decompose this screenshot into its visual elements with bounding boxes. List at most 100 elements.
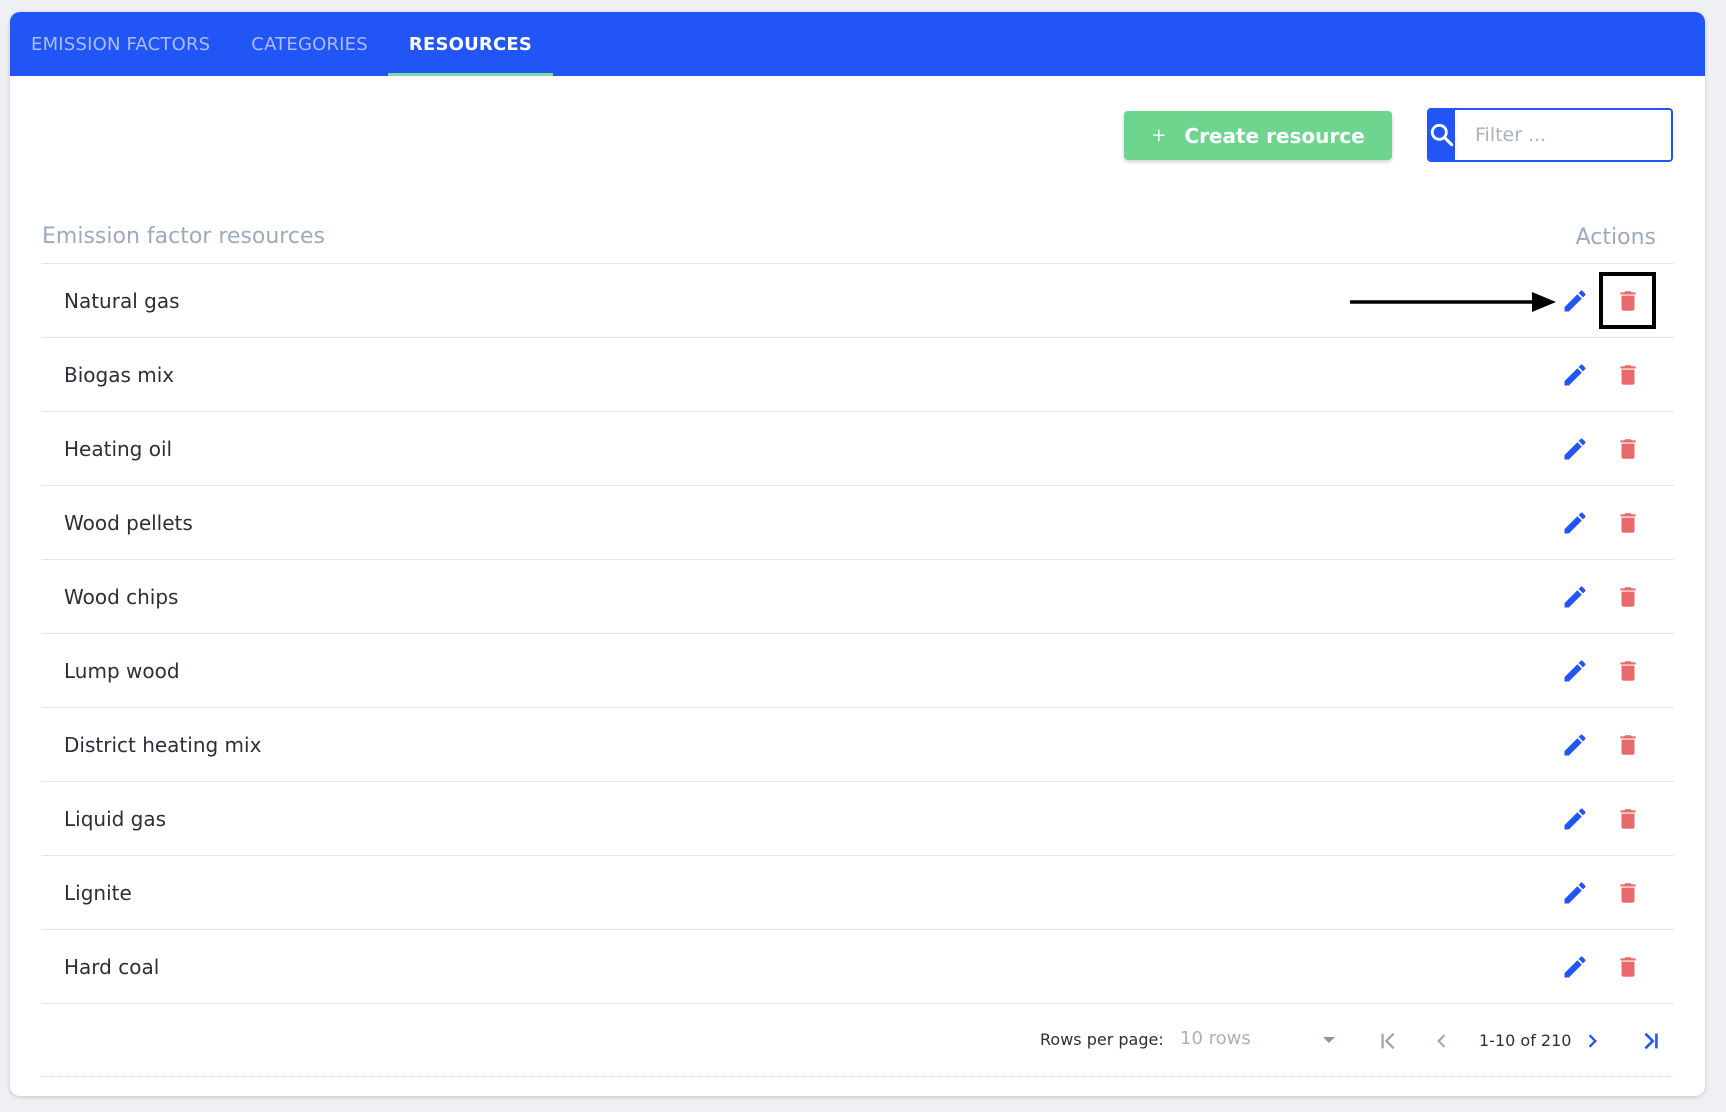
- column-header-resources: Emission factor resources: [42, 224, 325, 249]
- edit-button[interactable]: [1548, 570, 1601, 623]
- delete-button[interactable]: [1601, 792, 1654, 845]
- trash-icon: [1619, 364, 1636, 385]
- table-row: Wood pellets: [42, 486, 1674, 560]
- resource-name: Heating oil: [64, 436, 173, 461]
- pencil-icon: [1564, 881, 1586, 903]
- row-actions: [1548, 570, 1674, 623]
- trash-icon: [1619, 882, 1636, 903]
- pencil-icon: [1564, 807, 1586, 829]
- edit-button[interactable]: [1548, 348, 1601, 401]
- row-actions: [1548, 940, 1674, 993]
- row-actions: [1548, 496, 1674, 549]
- row-actions: [1548, 866, 1674, 919]
- trash-icon: [1619, 438, 1636, 459]
- page-range: 1-10 of 210: [1479, 1031, 1572, 1050]
- edit-button[interactable]: [1548, 496, 1601, 549]
- trash-icon: [1619, 586, 1636, 607]
- rows-per-page-value: 10 rows: [1180, 1028, 1251, 1049]
- table-row: Liquid gas: [42, 782, 1674, 856]
- plus-icon: +: [1151, 125, 1167, 146]
- create-resource-label: Create resource: [1184, 123, 1365, 148]
- edit-button[interactable]: [1548, 792, 1601, 845]
- resource-name: Hard coal: [64, 954, 160, 979]
- trash-icon: [1619, 808, 1636, 829]
- delete-button[interactable]: [1601, 940, 1654, 993]
- chevron-right-icon: [1588, 1034, 1597, 1048]
- delete-button[interactable]: [1599, 272, 1656, 329]
- row-actions: [1548, 718, 1674, 771]
- pencil-icon: [1564, 585, 1586, 607]
- table-row: Hard coal: [42, 930, 1674, 1004]
- row-actions: [1548, 644, 1674, 697]
- trash-icon: [1619, 290, 1636, 311]
- delete-button[interactable]: [1601, 348, 1654, 401]
- delete-button[interactable]: [1601, 496, 1654, 549]
- tab-categories[interactable]: CATEGORIES: [231, 12, 388, 76]
- row-actions: [1548, 792, 1674, 845]
- row-actions: [1548, 272, 1674, 329]
- edit-button[interactable]: [1548, 866, 1601, 919]
- pencil-icon: [1564, 955, 1586, 977]
- column-header-actions: Actions: [1575, 225, 1656, 250]
- row-actions: [1548, 422, 1674, 475]
- table-row: Natural gas: [42, 264, 1674, 338]
- delete-button[interactable]: [1601, 570, 1654, 623]
- search-button[interactable]: [1429, 110, 1455, 160]
- rows-per-page-select[interactable]: 10 rows: [1180, 1028, 1348, 1052]
- first-page-icon: [1381, 1032, 1395, 1050]
- table-row: Biogas mix: [42, 338, 1674, 412]
- rows-per-page-label: Rows per page:: [1040, 1030, 1164, 1049]
- caret-down-icon: [1323, 1037, 1335, 1043]
- edit-button[interactable]: [1548, 644, 1601, 697]
- resource-name: Biogas mix: [64, 362, 175, 387]
- pencil-icon: [1564, 289, 1586, 311]
- trash-icon: [1619, 956, 1636, 977]
- last-page-icon: [1644, 1032, 1658, 1050]
- resource-name: Liquid gas: [64, 806, 167, 831]
- filter-input[interactable]: [1455, 110, 1671, 160]
- trash-icon: [1619, 512, 1636, 533]
- delete-button[interactable]: [1601, 718, 1654, 771]
- last-page-button[interactable]: [1635, 1026, 1665, 1056]
- table-row: Wood chips: [42, 560, 1674, 634]
- table-footer-divider: [42, 1076, 1674, 1077]
- table-header: Emission factor resources Actions: [42, 210, 1674, 264]
- trash-icon: [1619, 734, 1636, 755]
- pagination: Rows per page: 10 rows 1-10 of 210: [42, 1010, 1674, 1072]
- trash-icon: [1619, 660, 1636, 681]
- resource-name: Lignite: [64, 880, 132, 905]
- resource-list: Natural gas Biogas mix Heating oil Wood pel…: [42, 264, 1674, 1004]
- tab-emission-factors[interactable]: EMISSION FACTORS: [10, 12, 231, 76]
- first-page-button[interactable]: [1374, 1026, 1404, 1056]
- resource-name: Lump wood: [64, 658, 180, 683]
- create-resource-button[interactable]: + Create resource: [1124, 111, 1392, 160]
- annotation-arrow-icon: [1350, 292, 1556, 312]
- chevron-left-icon: [1437, 1034, 1446, 1048]
- resource-name: Wood pellets: [64, 510, 193, 535]
- pencil-icon: [1564, 733, 1586, 755]
- tab-resources[interactable]: RESOURCES: [387, 12, 554, 76]
- resource-name: Wood chips: [64, 584, 179, 609]
- pencil-icon: [1564, 511, 1586, 533]
- delete-button[interactable]: [1601, 866, 1654, 919]
- previous-page-button[interactable]: [1427, 1026, 1457, 1056]
- tab-bar: EMISSION FACTORS CATEGORIES RESOURCES: [10, 12, 1705, 76]
- edit-button[interactable]: [1548, 422, 1601, 475]
- resource-name: District heating mix: [64, 732, 262, 757]
- edit-button[interactable]: [1548, 718, 1601, 771]
- filter-field: [1427, 108, 1673, 162]
- edit-button[interactable]: [1548, 940, 1601, 993]
- table-row: Heating oil: [42, 412, 1674, 486]
- delete-button[interactable]: [1601, 422, 1654, 475]
- resource-name: Natural gas: [64, 288, 180, 313]
- row-actions: [1548, 348, 1674, 401]
- pencil-icon: [1564, 437, 1586, 459]
- search-icon: [1430, 123, 1454, 147]
- next-page-button[interactable]: [1577, 1026, 1607, 1056]
- pencil-icon: [1564, 659, 1586, 681]
- delete-button[interactable]: [1601, 644, 1654, 697]
- table-row: Lignite: [42, 856, 1674, 930]
- table-row: Lump wood: [42, 634, 1674, 708]
- resources-card: EMISSION FACTORS CATEGORIES RESOURCES + …: [10, 12, 1705, 1096]
- pencil-icon: [1564, 363, 1586, 385]
